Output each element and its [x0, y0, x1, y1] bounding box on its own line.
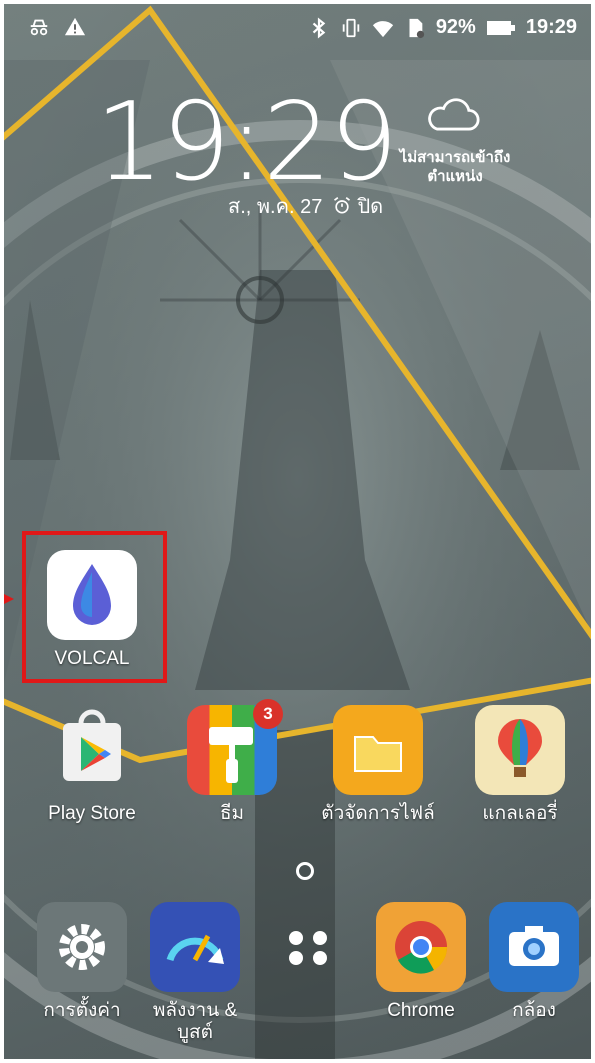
dock-chrome[interactable]: Chrome — [361, 902, 481, 1022]
app-label: ธีม — [219, 803, 245, 824]
alarm-icon — [333, 197, 350, 214]
dock-settings[interactable]: การตั้งค่า — [22, 902, 142, 1022]
app-label: การตั้งค่า — [43, 1000, 121, 1021]
app-play-store[interactable]: Play Store — [32, 705, 152, 825]
app-drawer-icon — [263, 902, 353, 992]
dock-power-boost[interactable]: พลังงาน & บูสต์ — [135, 902, 255, 1044]
app-gallery[interactable]: แกลเลอรี่ — [460, 705, 580, 825]
app-theme[interactable]: 3 ธีม — [172, 699, 292, 825]
clock-widget-time[interactable]: 19:29 — [95, 80, 398, 205]
status-bar: 92% 19:29 — [0, 0, 595, 62]
volcal-drop-icon — [47, 550, 137, 640]
status-time: 19:29 — [525, 16, 577, 38]
play-store-icon — [47, 705, 137, 795]
notification-badge: 3 — [253, 699, 283, 729]
weather-line-2: ตำแหน่ง — [427, 168, 483, 185]
dock-camera[interactable]: กล้อง — [474, 902, 594, 1022]
app-label: แกลเลอรี่ — [482, 803, 558, 824]
app-label: Play Store — [48, 803, 136, 824]
wifi-icon — [372, 20, 393, 37]
app-label: ตัวจัดการไฟล์ — [321, 803, 435, 824]
app-label: VOLCAL — [54, 648, 130, 669]
settings-icon — [37, 902, 127, 992]
alarm-text: ปิด — [357, 196, 384, 218]
clock-widget-date[interactable]: ส., พ.ค. 27 ปิด — [228, 190, 383, 222]
arrow-pointer-icon — [0, 592, 14, 606]
app-label: กล้อง — [512, 1000, 556, 1021]
app-label: พลังงาน & บูสต์ — [135, 1000, 255, 1044]
dock-app-drawer[interactable] — [248, 902, 368, 992]
incognito-icon — [30, 19, 48, 36]
home-screen: 92% 19:29 19:29 ส., พ.ค. 27 ปิด ไม่สามาร… — [0, 0, 595, 1063]
weather-line-1: ไม่สามารถเข้าถึง — [399, 149, 511, 166]
app-label-line-1: พลังงาน & — [152, 1000, 238, 1021]
bluetooth-icon — [312, 16, 326, 39]
app-label-line-2: บูสต์ — [177, 1022, 213, 1043]
chrome-icon — [376, 902, 466, 992]
page-indicator[interactable] — [296, 862, 314, 880]
battery-icon — [486, 20, 515, 35]
app-volcal[interactable]: VOLCAL — [32, 550, 152, 670]
theme-icon: 3 — [187, 699, 283, 795]
app-label: Chrome — [387, 1000, 455, 1021]
app-file-manager[interactable]: ตัวจัดการไฟล์ — [318, 705, 438, 825]
warning-icon — [64, 17, 86, 36]
power-boost-icon — [150, 902, 240, 992]
cloud-icon[interactable] — [424, 96, 480, 136]
gallery-icon — [475, 705, 565, 795]
weather-status[interactable]: ไม่สามารถเข้าถึง ตำแหน่ง — [380, 148, 530, 186]
date-text: ส., พ.ค. 27 — [228, 196, 323, 218]
camera-icon — [489, 902, 579, 992]
sd-card-icon — [409, 18, 424, 38]
file-manager-icon — [333, 705, 423, 795]
vibrate-icon — [342, 18, 360, 37]
battery-percent: 92% — [435, 16, 476, 38]
